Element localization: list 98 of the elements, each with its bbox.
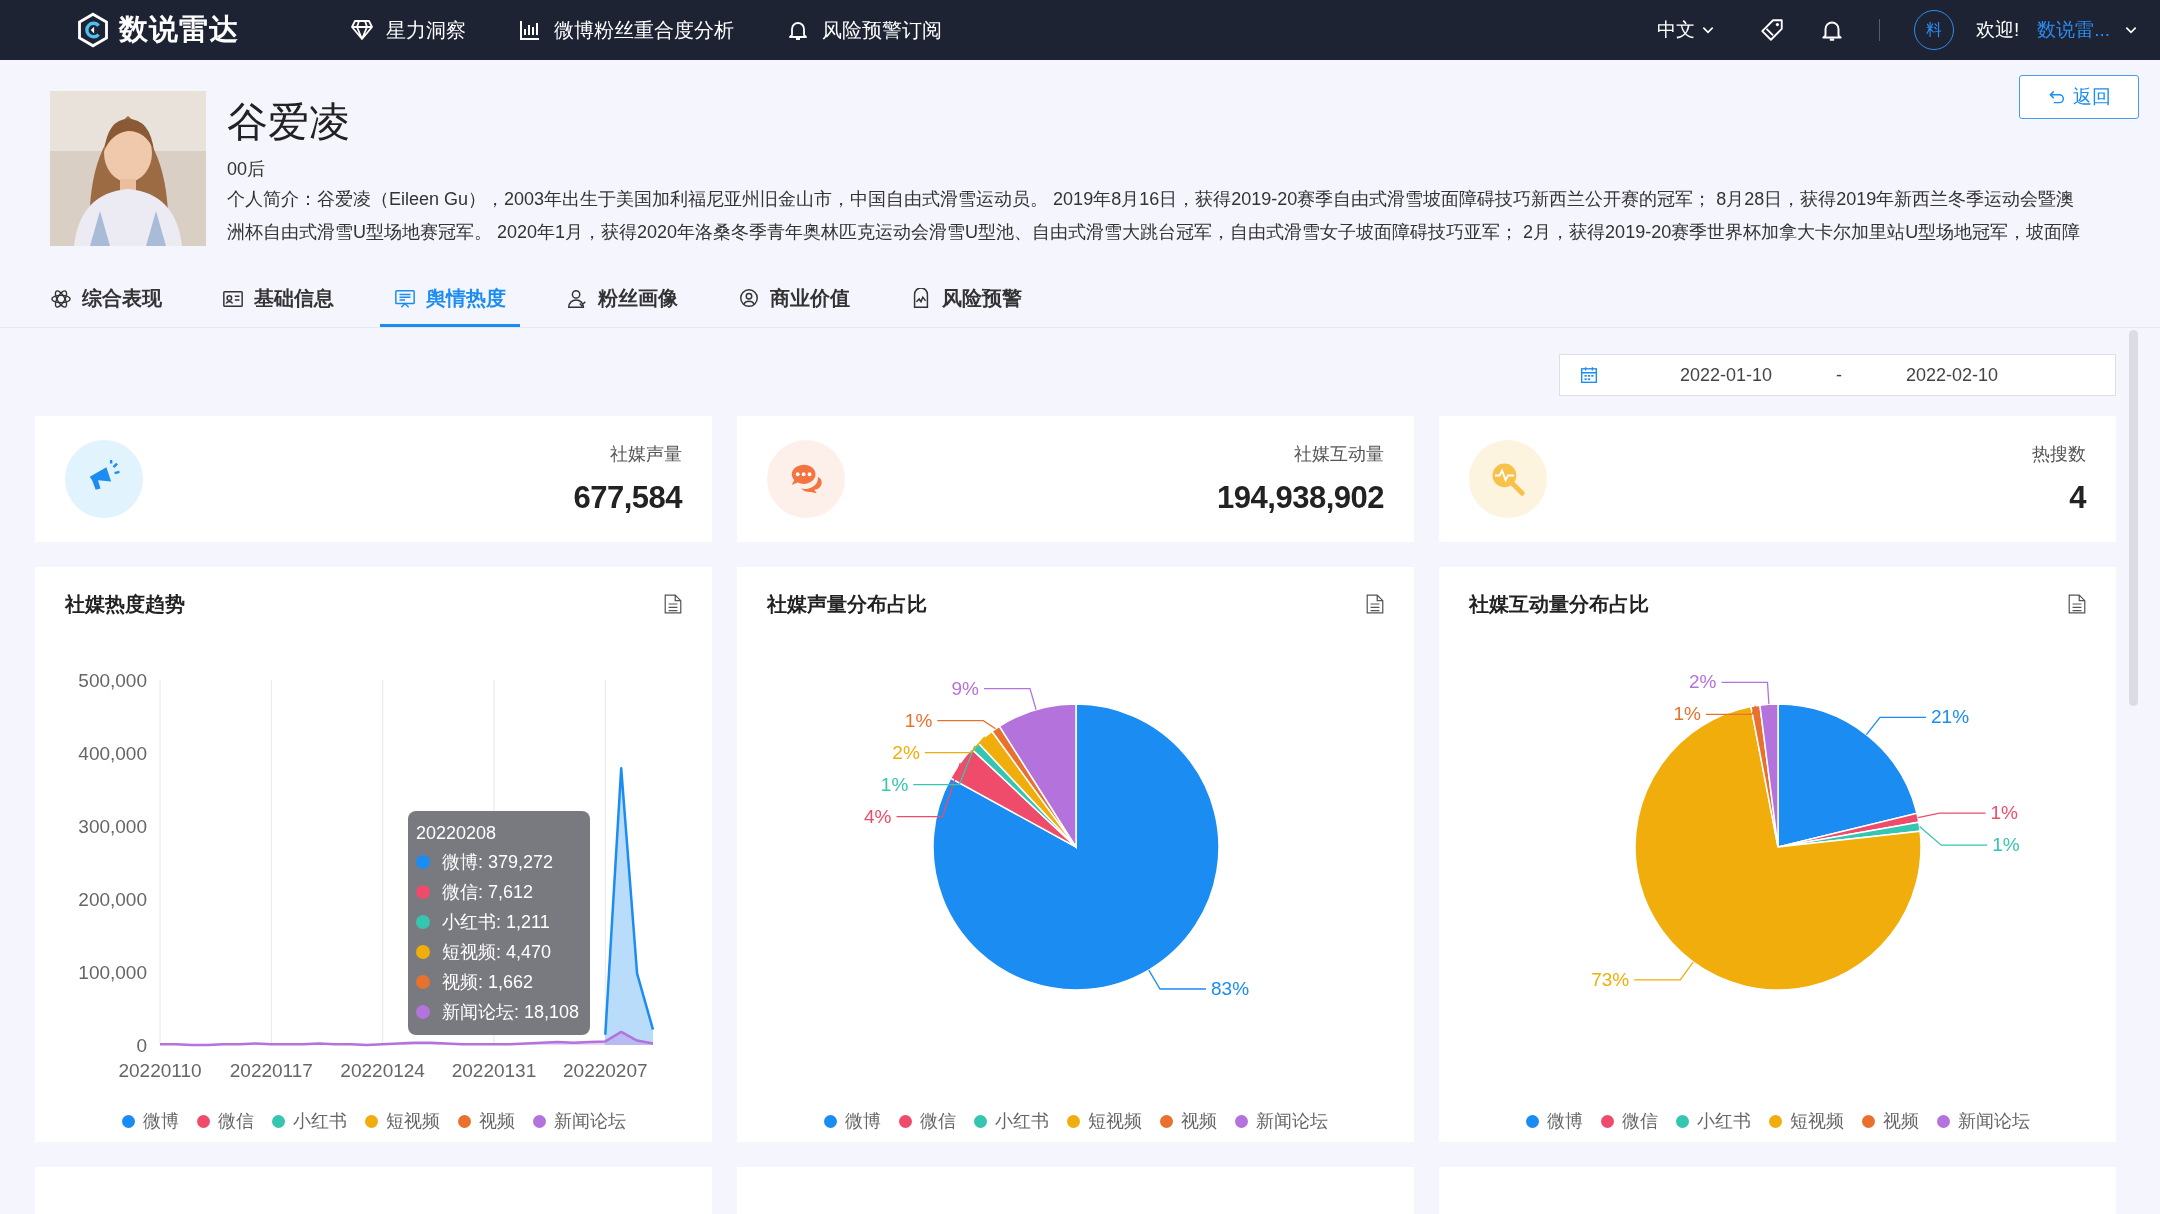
- pie-label: 4%: [864, 805, 892, 827]
- back-button[interactable]: 返回: [2019, 75, 2139, 119]
- tooltip-value: 短视频: 4,470: [442, 941, 552, 964]
- date-separator: -: [1835, 364, 1843, 386]
- tab[interactable]: 风险预警: [910, 285, 1036, 327]
- axis-label: 20220131: [451, 1060, 537, 1081]
- pie-label: 1%: [904, 709, 933, 731]
- chart-title: 社媒声量分布占比: [767, 591, 927, 617]
- date-range-picker[interactable]: 2022-01-10 - 2022-02-10: [1559, 354, 2116, 396]
- axis-label: 20220117: [229, 1060, 313, 1081]
- pie-label: 1%: [880, 773, 909, 795]
- nav-link[interactable]: 微博粉丝重合度分析: [518, 16, 734, 44]
- legend-label[interactable]: 视频: [1882, 1109, 1919, 1133]
- leader-line: [936, 719, 997, 730]
- bar-chart-icon: [518, 18, 542, 42]
- pie-label: 73%: [1591, 968, 1630, 990]
- legend-label[interactable]: 新闻论坛: [553, 1109, 626, 1133]
- leader-line: [983, 687, 1037, 711]
- axis-label: 500,000: [78, 670, 147, 691]
- axis-label: 0: [136, 1035, 147, 1056]
- tab[interactable]: 综合表现: [50, 285, 176, 327]
- leader-line: [1865, 716, 1927, 736]
- welcome-text: 欢迎!: [1975, 18, 2020, 42]
- end-date: 2022-02-10: [1904, 364, 2000, 386]
- badge-icon: [738, 287, 760, 310]
- axis-label: 200,000: [78, 889, 147, 910]
- age-tag: 00后: [227, 157, 2088, 181]
- stat-value: 677,584: [573, 480, 682, 516]
- axis-label: 20220207: [563, 1060, 648, 1081]
- legend-label[interactable]: 微信: [1621, 1109, 1658, 1133]
- logo-icon: [75, 12, 111, 48]
- tooltip-value: 微信: 7,612: [442, 881, 534, 904]
- app-logo-text: 数说雷达: [119, 12, 239, 47]
- pie-label: 9%: [951, 677, 979, 699]
- tooltip-title: 20220208: [416, 822, 498, 845]
- undo-icon: [2047, 88, 2065, 106]
- stat-label: 热搜数: [2032, 443, 2086, 466]
- legend-label[interactable]: 微博: [1546, 1109, 1583, 1133]
- axis-label: 300,000: [78, 816, 147, 837]
- legend-label[interactable]: 小红书: [994, 1109, 1049, 1133]
- document-icon[interactable]: [2068, 594, 2086, 614]
- leader-line: [1918, 825, 1988, 846]
- pie-label: 1%: [1990, 802, 2018, 824]
- tag-icon[interactable]: [1758, 17, 1785, 43]
- axis-label: 20220110: [118, 1060, 202, 1081]
- nav-link[interactable]: 星力洞察: [350, 16, 466, 44]
- person-name: 谷爱凌: [227, 98, 351, 147]
- pie-label: 2%: [892, 741, 920, 763]
- legend-label[interactable]: 微信: [217, 1109, 254, 1133]
- stat-value: 194,938,902: [1217, 480, 1384, 516]
- tab[interactable]: 商业价值: [738, 285, 864, 327]
- scrollbar-thumb[interactable]: [2129, 330, 2138, 706]
- chart-title: 社媒互动量分布占比: [1469, 591, 1649, 617]
- legend-label[interactable]: 视频: [478, 1109, 515, 1133]
- monitor-icon: [394, 287, 416, 310]
- pie-label: 1%: [1992, 834, 2020, 856]
- legend-label[interactable]: 短视频: [1789, 1109, 1844, 1133]
- legend-label[interactable]: 微博: [844, 1109, 881, 1133]
- axis-label: 400,000: [78, 743, 147, 764]
- document-icon[interactable]: [664, 594, 682, 614]
- nav-link[interactable]: 风险预警订阅: [786, 16, 942, 44]
- axis-label: 100,000: [78, 962, 147, 983]
- legend-label[interactable]: 新闻论坛: [1957, 1109, 2030, 1133]
- atom-icon: [50, 287, 72, 310]
- axis-label: 20220124: [340, 1060, 425, 1081]
- stat-label: 社媒互动量: [1293, 443, 1384, 466]
- user-icon: [566, 287, 588, 310]
- start-date: 2022-01-10: [1678, 364, 1774, 386]
- biography-text: 个人简介：谷爱凌（Eileen Gu），2003年出生于美国加利福尼亚州旧金山市，中国自由式滑雪运动员。 2019年8月16日，获得2019-20赛季自由式滑雪坡面障碍技巧新西兰公开赛的冠军； 8月28日，获得2019年新西兰冬季运动会暨澳洲杯自由式滑雪U型场地赛冠军。 2020年1月，获得2020年洛桑冬季青年奥林匹克运动会滑雪U型池、自由式滑雪大跳台冠军，自由式滑雪女子坡面障碍技巧亚军； 2月，获得2019-20赛季世界杯加拿大卡尔加里站U型场地冠军，坡面障: [227, 188, 2082, 244]
- legend-label[interactable]: 新闻论坛: [1255, 1109, 1328, 1133]
- legend-label[interactable]: 视频: [1180, 1109, 1217, 1133]
- language-select[interactable]: 中文: [1656, 17, 1715, 43]
- tab[interactable]: 基础信息: [222, 285, 348, 327]
- pie-label: 83%: [1211, 978, 1250, 999]
- diamond-icon: [350, 18, 374, 42]
- leader-line: [1148, 969, 1207, 990]
- pie-label: 2%: [1689, 671, 1717, 693]
- legend-label[interactable]: 短视频: [385, 1109, 440, 1133]
- legend-label[interactable]: 微信: [919, 1109, 956, 1133]
- pie-label: 21%: [1931, 706, 1970, 728]
- legend-label[interactable]: 短视频: [1087, 1109, 1142, 1133]
- tooltip-value: 微博: 379,272: [442, 851, 554, 874]
- document-icon[interactable]: [1366, 594, 1384, 614]
- user-menu[interactable]: 数说雷...: [2037, 17, 2138, 43]
- tooltip-value: 新闻论坛: 18,108: [442, 1001, 580, 1024]
- pie-label: 1%: [1673, 703, 1701, 725]
- tooltip-value: 小红书: 1,211: [442, 911, 550, 934]
- leader-line: [1633, 961, 1694, 981]
- legend-label[interactable]: 微博: [142, 1109, 179, 1133]
- tooltip-value: 视频: 1,662: [442, 971, 534, 994]
- calendar-icon: [1580, 366, 1598, 384]
- chart-title: 社媒热度趋势: [65, 591, 185, 617]
- legend-label[interactable]: 小红书: [292, 1109, 347, 1133]
- leader-line: [1917, 812, 1987, 819]
- legend-label[interactable]: 小红书: [1696, 1109, 1751, 1133]
- stat-value: 4: [2068, 480, 2086, 516]
- tab[interactable]: 粉丝画像: [566, 285, 692, 327]
- stat-label: 社媒声量: [609, 443, 682, 466]
